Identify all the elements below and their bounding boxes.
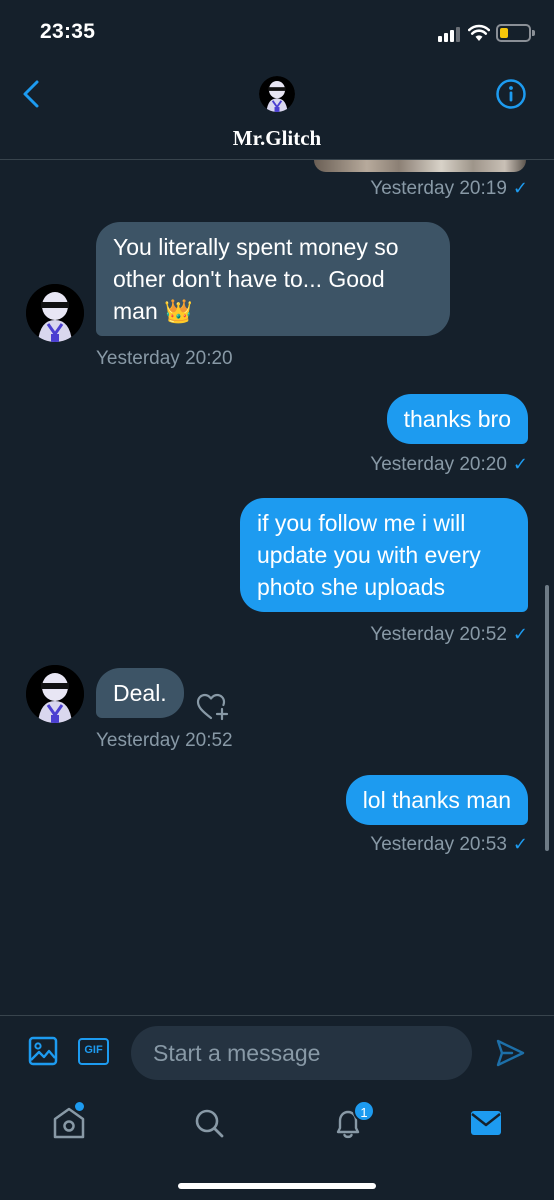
message-timestamp: Yesterday 20:20: [96, 348, 233, 369]
sender-avatar[interactable]: [26, 665, 84, 723]
message-timestamp: Yesterday 20:52: [96, 730, 233, 751]
home-indicator[interactable]: [178, 1183, 376, 1189]
gif-icon[interactable]: GIF: [78, 1038, 109, 1065]
message-bubble-sent[interactable]: if you follow me i will update you with …: [240, 498, 528, 612]
message-text: You literally spent money so other don't…: [113, 234, 399, 324]
message-bubble-sent[interactable]: lol thanks man: [345, 775, 528, 825]
message-timestamp: Yesterday 20:52 ✓: [370, 624, 528, 645]
message-timestamp: Yesterday 20:53 ✓: [370, 834, 528, 855]
read-check-icon: ✓: [512, 178, 528, 198]
message-bubble-received[interactable]: Deal.: [96, 668, 184, 718]
status-bar: 23:35: [0, 0, 554, 64]
message-input[interactable]: [131, 1026, 472, 1080]
status-time: 23:35: [40, 20, 96, 43]
message-list[interactable]: Yesterday 20:19 ✓ You literally spent mon…: [0, 160, 554, 1015]
message-text: if you follow me i will update you with …: [257, 510, 481, 600]
home-icon[interactable]: [47, 1101, 91, 1145]
cellular-signal-icon: [438, 26, 460, 42]
read-check-icon: ✓: [512, 834, 528, 854]
contact-name[interactable]: Mr.Glitch: [0, 126, 554, 151]
mail-icon[interactable]: [464, 1101, 508, 1145]
message-timestamp: Yesterday 20:19 ✓: [370, 178, 528, 199]
sender-avatar[interactable]: [26, 284, 84, 342]
send-icon[interactable]: [494, 1037, 526, 1069]
scrollbar[interactable]: [545, 585, 549, 851]
message-bubble-sent[interactable]: thanks bro: [386, 394, 528, 444]
wifi-icon: [468, 24, 490, 41]
read-check-icon: ✓: [512, 624, 528, 644]
home-unread-dot: [75, 1102, 84, 1111]
back-arrow-icon[interactable]: [14, 76, 50, 112]
notifications-badge: 1: [353, 1100, 375, 1122]
heart-add-icon[interactable]: [196, 692, 230, 722]
message-text: thanks bro: [403, 406, 511, 432]
message-timestamp: Yesterday 20:20 ✓: [370, 454, 528, 475]
dm-conversation-screen: 23:35 Mr.Glitch Yesterday 20:19 ✓ You li…: [0, 0, 554, 1200]
search-icon[interactable]: [187, 1101, 231, 1145]
read-check-icon: ✓: [512, 454, 528, 474]
contact-avatar[interactable]: [259, 76, 295, 112]
message-bubble-received[interactable]: You literally spent money so other don't…: [96, 222, 450, 336]
battery-icon: [496, 24, 535, 42]
info-icon[interactable]: [495, 78, 527, 110]
message-text: Deal.: [113, 680, 167, 706]
message-composer: GIF: [0, 1015, 554, 1091]
message-text: lol thanks man: [362, 787, 511, 813]
conversation-header: Mr.Glitch: [0, 64, 554, 160]
image-icon[interactable]: [28, 1036, 58, 1066]
previous-image-attachment[interactable]: [314, 160, 526, 172]
